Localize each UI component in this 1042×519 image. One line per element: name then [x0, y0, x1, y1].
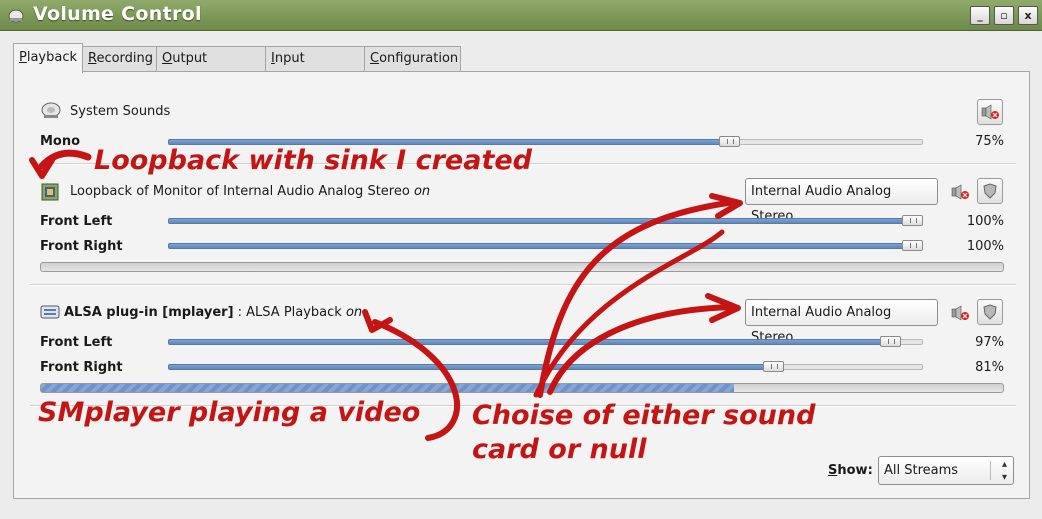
channel-label: Front Left: [40, 335, 113, 350]
peak-meter: [40, 383, 1004, 393]
volume-slider[interactable]: [168, 215, 923, 227]
volume-slider[interactable]: [168, 336, 923, 348]
chip-icon: [41, 183, 59, 201]
slider-thumb[interactable]: [719, 136, 740, 147]
updown-arrow-icon: ▴ ▾: [1001, 459, 1007, 483]
title-bar[interactable]: Volume Control _ ▫ x: [0, 0, 1042, 31]
speaker-icon: [41, 102, 61, 118]
annotation-choice-line2: card or null: [472, 434, 647, 465]
mute-toggle-button[interactable]: [977, 99, 1003, 125]
tab-configuration-accel: C: [370, 51, 380, 66]
volume-percent: 100%: [966, 239, 1004, 254]
maximize-button[interactable]: ▫: [994, 6, 1014, 25]
stream-on-text: on: [413, 184, 431, 199]
stream-name-text: : ALSA Playback: [237, 305, 342, 320]
slider-fill: [168, 243, 908, 249]
close-button[interactable]: x: [1018, 6, 1038, 25]
volume-app-icon: [8, 9, 24, 23]
shield-icon: [983, 304, 997, 320]
channel-label: Mono: [40, 134, 81, 149]
volume-percent: 75%: [975, 134, 1004, 149]
tab-playback-accel: P: [19, 50, 27, 65]
slider-thumb[interactable]: [763, 361, 784, 372]
show-label-accel: S: [828, 463, 838, 478]
show-streams-value: All Streams: [884, 463, 959, 478]
slider-track: [769, 364, 923, 370]
slider-fill: [168, 339, 886, 345]
slider-fill: [168, 218, 908, 224]
volume-slider[interactable]: [168, 361, 923, 373]
show-streams-select[interactable]: All Streams ▴ ▾: [878, 456, 1014, 485]
window-title: Volume Control: [33, 3, 202, 25]
slider-track: [725, 139, 923, 145]
stream-on-text: on: [345, 305, 363, 320]
peak-meter-fill: [41, 384, 734, 392]
stream-name-alsa: ALSA plug-in [mplayer] : ALSA Playback o…: [64, 305, 362, 320]
volume-percent: 100%: [966, 214, 1004, 229]
annotation-smplayer: SMplayer playing a video: [38, 397, 421, 428]
mute-icon[interactable]: [951, 184, 969, 200]
device-select[interactable]: Internal Audio Analog Stereo: [745, 299, 938, 345]
tab-recording[interactable]: Recording: [82, 46, 157, 71]
lock-channels-button[interactable]: [977, 299, 1003, 325]
peak-meter: [40, 262, 1004, 272]
volume-percent: 81%: [975, 360, 1004, 375]
plug-icon: [40, 305, 60, 319]
slider-thumb[interactable]: [902, 215, 923, 226]
stream-name-loopback: Loopback of Monitor of Internal Audio An…: [70, 184, 430, 199]
tab-input-devices[interactable]: Input Devices: [265, 46, 365, 90]
tab-playback-label: layback: [26, 50, 78, 65]
slider-fill: [168, 364, 769, 370]
divider: [30, 284, 1016, 286]
volume-percent: 97%: [975, 335, 1004, 350]
channel-label: Front Right: [40, 360, 123, 375]
tab-playback[interactable]: Playback: [13, 43, 83, 73]
shield-icon: [983, 183, 997, 199]
show-label-text: how:: [837, 463, 873, 478]
annotation-loopback: Loopback with sink I created: [94, 145, 533, 176]
mute-icon[interactable]: [951, 305, 969, 321]
slider-thumb[interactable]: [902, 240, 923, 251]
stream-name-bold: ALSA plug-in [mplayer]: [64, 305, 234, 320]
show-label: Show:: [828, 463, 873, 478]
volume-slider[interactable]: [168, 240, 923, 252]
channel-label: Front Left: [40, 214, 113, 229]
lock-channels-button[interactable]: [977, 178, 1003, 204]
mute-icon: [981, 104, 999, 120]
tab-output-devices[interactable]: Output Devices: [156, 46, 266, 90]
tab-configuration-label: onfiguration: [379, 51, 459, 66]
channel-label: Front Right: [40, 239, 123, 254]
slider-thumb[interactable]: [880, 336, 901, 347]
device-select[interactable]: Internal Audio Analog Stereo: [745, 178, 938, 224]
tab-output-accel: O: [162, 51, 173, 66]
stream-name-text: Loopback of Monitor of Internal Audio An…: [70, 184, 410, 199]
tab-recording-label: ecording: [96, 51, 154, 66]
tab-configuration[interactable]: Configuration: [364, 46, 461, 71]
minimize-button[interactable]: _: [970, 6, 990, 25]
stream-name-system-sounds: System Sounds: [70, 104, 171, 119]
annotation-choice-line1: Choise of either sound: [472, 400, 816, 431]
select-divider: [990, 461, 991, 480]
